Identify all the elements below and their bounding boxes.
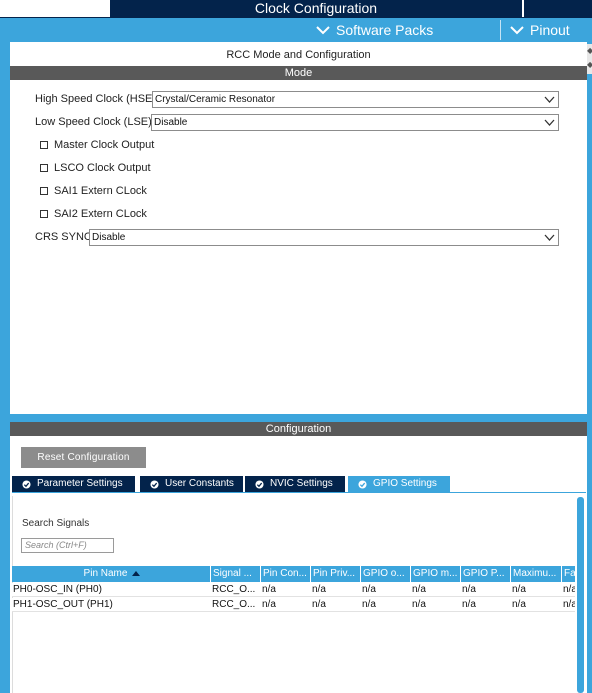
- crs-sync-select-value: Disable: [92, 232, 126, 243]
- cell-value: n/a: [362, 584, 376, 595]
- configuration-section-header: Configuration: [10, 422, 587, 436]
- cell-value: n/a: [512, 584, 526, 595]
- checkbox-label: SAI2 Extern CLock: [54, 208, 147, 220]
- tab-user-constants[interactable]: User Constants: [140, 476, 243, 492]
- column-header-signal[interactable]: Signal ...: [210, 566, 260, 582]
- pane-splitter[interactable]: [10, 414, 587, 422]
- sai2-extern-clock-checkbox[interactable]: SAI2 Extern CLock: [40, 208, 147, 220]
- sai1-extern-clock-checkbox[interactable]: SAI1 Extern CLock: [40, 185, 147, 197]
- cell-value: n/a: [362, 599, 376, 610]
- checkbox-label: LSCO Clock Output: [54, 162, 151, 174]
- top-tab-bar: Clock Configuration: [0, 0, 592, 18]
- pinout-label: Pinout: [530, 22, 570, 38]
- lse-select[interactable]: Disable: [151, 114, 559, 131]
- config-tabs: Parameter Settings User Constants NVIC S…: [12, 476, 586, 493]
- lse-select-value: Disable: [154, 117, 188, 128]
- table-row[interactable]: PH0-OSC_IN (PH0) RCC_O... n/a n/a n/a n/…: [12, 583, 575, 597]
- search-signals-input[interactable]: Search (Ctrl+F): [21, 538, 114, 553]
- tab-label: GPIO Settings: [373, 478, 437, 489]
- tab-gpio-settings[interactable]: GPIO Settings: [348, 476, 450, 492]
- check-circle-icon: [358, 479, 367, 489]
- right-frame: [587, 42, 592, 693]
- panel-title: RCC Mode and Configuration: [226, 49, 371, 61]
- column-header-maximum-speed[interactable]: Maximu...: [510, 566, 561, 582]
- reset-configuration-button[interactable]: Reset Configuration: [21, 447, 146, 468]
- column-header-pin-name[interactable]: Pin Name: [12, 566, 210, 582]
- column-header-gpio-mode[interactable]: GPIO m...: [410, 566, 460, 582]
- master-clock-output-checkbox[interactable]: Master Clock Output: [40, 139, 154, 151]
- table-header: Pin Name Signal ... Pin Con... Pin Priv.…: [12, 566, 575, 582]
- tabs-underline: [12, 492, 586, 493]
- column-header-pin-context[interactable]: Pin Con...: [260, 566, 310, 582]
- chevron-down-icon: [544, 119, 555, 126]
- tab-nvic-settings[interactable]: NVIC Settings: [245, 476, 345, 492]
- cell-value: n/a: [312, 584, 326, 595]
- search-signals-label: Search Signals: [22, 518, 90, 529]
- tab-label: User Constants: [165, 478, 234, 489]
- checkbox-box[interactable]: [40, 210, 48, 218]
- chevron-down-icon: [316, 26, 330, 35]
- menubar: Software Packs Pinout: [0, 18, 592, 42]
- left-frame: [0, 42, 10, 693]
- cell-value: n/a: [262, 584, 276, 595]
- tab-label: NVIC Settings: [270, 478, 333, 489]
- vertical-scrollbar-thumb[interactable]: [577, 497, 584, 693]
- cell-value: n/a: [412, 584, 426, 595]
- menu-separator: [500, 20, 501, 40]
- crs-sync-label: CRS SYNC: [35, 231, 92, 243]
- checkbox-label: Master Clock Output: [54, 139, 155, 151]
- tab-label: Parameter Settings: [37, 478, 123, 489]
- column-header-pin-privilege[interactable]: Pin Priv...: [310, 566, 360, 582]
- checkbox-box[interactable]: [40, 187, 48, 195]
- checkbox-label: SAI1 Extern CLock: [54, 185, 147, 197]
- cell-value: n/a: [262, 599, 276, 610]
- chevron-down-icon: [544, 234, 555, 241]
- table-row[interactable]: PH1-OSC_OUT (PH1) RCC_O... n/a n/a n/a n…: [12, 598, 575, 612]
- hse-select[interactable]: Crystal/Ceramic Resonator: [152, 91, 559, 108]
- tab-parameter-settings[interactable]: Parameter Settings: [12, 476, 135, 492]
- chevron-down-icon: [510, 26, 524, 35]
- hse-label: High Speed Clock (HSE): [35, 93, 157, 105]
- collapse-arrow-icon: ◆: [587, 60, 592, 69]
- tab-clock-configuration[interactable]: Clock Configuration: [110, 0, 522, 17]
- check-circle-icon: [255, 479, 264, 489]
- software-packs-label: Software Packs: [336, 22, 434, 38]
- tab-project-manager[interactable]: [524, 0, 592, 17]
- cell-value: n/a: [462, 584, 476, 595]
- cell-pin-name: PH1-OSC_OUT (PH1): [13, 599, 113, 610]
- chevron-down-icon: [544, 96, 555, 103]
- cell-value: n/a: [312, 599, 326, 610]
- pinout-menu[interactable]: Pinout: [510, 18, 570, 42]
- cell-value: n/a: [462, 599, 476, 610]
- check-circle-icon: [150, 479, 159, 489]
- crs-sync-select[interactable]: Disable: [89, 229, 559, 246]
- column-header-label: Pin Name: [83, 568, 128, 579]
- column-header-gpio-output[interactable]: GPIO o...: [360, 566, 410, 582]
- sort-ascending-icon: [132, 570, 141, 576]
- cell-value: n/a: [563, 599, 575, 610]
- cell-value: n/a: [412, 599, 426, 610]
- cell-signal: RCC_O...: [212, 599, 256, 610]
- mode-section-header: Mode: [10, 66, 587, 80]
- lsco-clock-output-checkbox[interactable]: LSCO Clock Output: [40, 162, 151, 174]
- column-header-fast-mode[interactable]: Fa: [561, 566, 575, 582]
- collapse-arrow-icon: ◆: [587, 46, 592, 55]
- column-header-gpio-pull[interactable]: GPIO P...: [460, 566, 510, 582]
- hse-select-value: Crystal/Ceramic Resonator: [155, 94, 276, 105]
- cell-signal: RCC_O...: [212, 584, 256, 595]
- cell-value: n/a: [512, 599, 526, 610]
- software-packs-menu[interactable]: Software Packs: [316, 18, 433, 42]
- rcc-configuration-window: Clock Configuration Software Packs Pinou…: [0, 0, 592, 693]
- checkbox-box[interactable]: [40, 164, 48, 172]
- collapse-handle[interactable]: ◆ ◆: [587, 44, 592, 74]
- checkbox-box[interactable]: [40, 141, 48, 149]
- check-circle-icon: [22, 479, 31, 489]
- lse-label: Low Speed Clock (LSE): [35, 116, 152, 128]
- cell-value: n/a: [563, 584, 575, 595]
- cell-pin-name: PH0-OSC_IN (PH0): [13, 584, 102, 595]
